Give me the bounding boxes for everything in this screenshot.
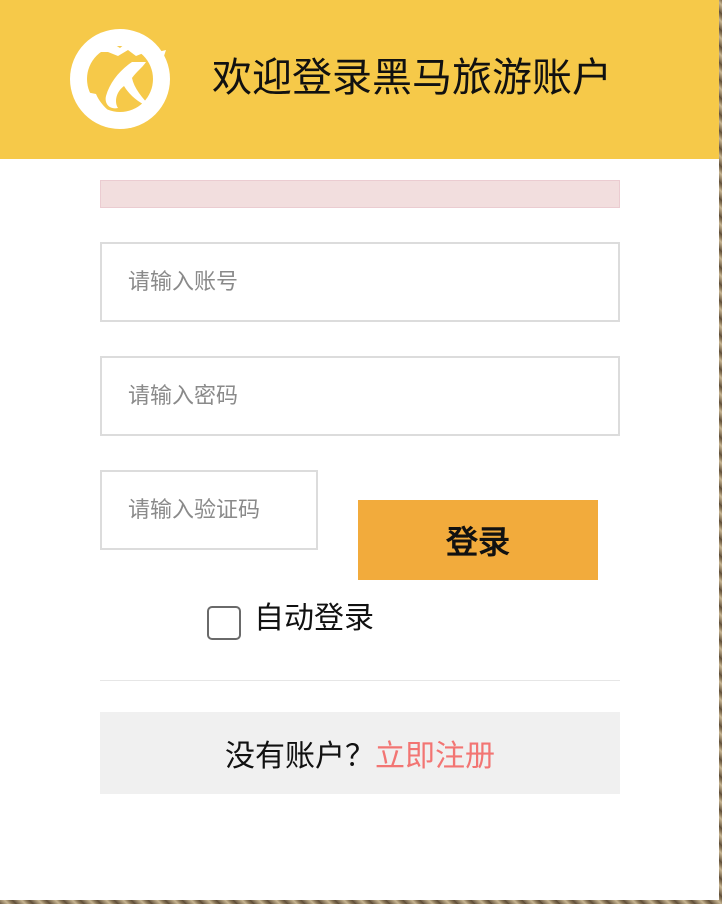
error-message bbox=[100, 180, 620, 208]
horse-logo-icon bbox=[70, 29, 170, 129]
auto-login-label[interactable]: 自动登录 bbox=[254, 601, 374, 637]
username-input[interactable] bbox=[100, 242, 620, 322]
login-button[interactable]: 登录 bbox=[358, 500, 598, 580]
auto-login-checkbox[interactable] bbox=[207, 606, 241, 640]
page-title: 欢迎登录黑马旅游账户 bbox=[212, 55, 612, 101]
register-prompt-text: 没有账户？ bbox=[225, 739, 375, 774]
register-prompt-box: 没有账户？ 立即注册 bbox=[100, 712, 620, 794]
auto-login-option[interactable]: 自动登录 bbox=[207, 598, 374, 640]
login-header: 欢迎登录黑马旅游账户 bbox=[0, 0, 719, 159]
login-card: 欢迎登录黑马旅游账户 登录 自动登录 没有账户？ 立即注册 bbox=[0, 0, 719, 900]
divider bbox=[100, 680, 620, 681]
password-input[interactable] bbox=[100, 356, 620, 436]
register-link[interactable]: 立即注册 bbox=[375, 731, 495, 775]
captcha-input[interactable] bbox=[100, 470, 318, 550]
